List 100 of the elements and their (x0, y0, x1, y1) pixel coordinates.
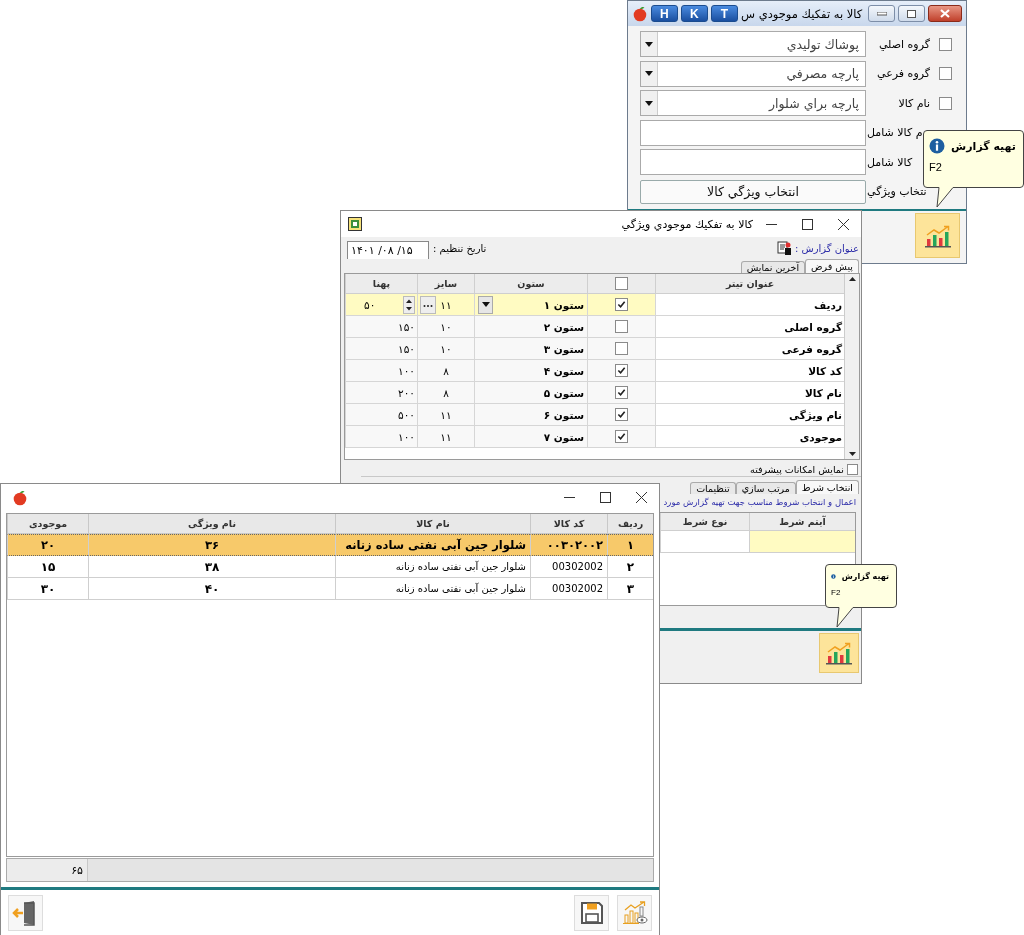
table-cell: ستون ۱ (543, 298, 584, 311)
checkbox[interactable] (615, 277, 628, 290)
column-header: نوع شرط (682, 516, 728, 527)
scroll-down-icon[interactable] (848, 452, 856, 456)
report-button[interactable] (819, 633, 859, 673)
column-header: ستون (517, 278, 545, 289)
dropdown-arrow-icon (645, 41, 653, 47)
toolbar-button[interactable]: H (650, 5, 678, 22)
table-cell: شلوار جين آبی نفتی ساده زنانه (335, 534, 530, 556)
save-icon (578, 900, 605, 926)
table-cell: ۱۰ (440, 320, 452, 333)
tab[interactable]: تنظيمات (690, 482, 736, 494)
input-field[interactable] (640, 149, 866, 176)
tab[interactable]: انتخاب شرط (795, 480, 859, 494)
checkbox[interactable] (615, 342, 628, 355)
column-header: رديف (617, 518, 644, 529)
tab[interactable]: مرتب سازي (735, 482, 796, 494)
dropdown-field[interactable]: پارچه براي شلوار (640, 90, 866, 117)
table-cell: ۳۶ (88, 534, 335, 556)
field-label: م كالا شامل (867, 126, 923, 140)
table-cell: ستون ۲ (543, 320, 584, 333)
table-cell: ۳ (607, 578, 653, 600)
table-cell: گروه اصلی (655, 316, 844, 338)
checkbox[interactable] (615, 364, 628, 377)
toolbar-button[interactable]: K (680, 5, 708, 22)
checkbox[interactable] (938, 96, 952, 110)
close-icon (635, 492, 647, 503)
column-header: نام ويژگی (188, 518, 236, 529)
chart-eye-icon (621, 900, 648, 926)
dropdown-arrow-icon (645, 71, 653, 77)
table-cell: ۸ (443, 386, 449, 399)
table-cell: ستون ۳ (543, 342, 584, 355)
date-field[interactable]: ۱۴۰۱ /۰۸ /۱۵ (347, 241, 429, 259)
close-icon (837, 218, 849, 230)
dropdown-field[interactable]: پارچه مصرفي (640, 60, 866, 87)
table-cell: ۱۰ (440, 342, 452, 355)
input-field[interactable] (640, 119, 866, 146)
table-cell: ۱۵۰ (398, 320, 415, 333)
table-cell: ۱۵ (7, 556, 88, 578)
field-label: كالا شامل (867, 155, 913, 169)
field-label: گروه اصلي (878, 37, 930, 51)
restore-button[interactable] (898, 5, 926, 22)
table-cell: گروه فرعی (655, 338, 844, 360)
checkbox[interactable] (847, 464, 858, 475)
spinner-button[interactable] (403, 295, 415, 314)
table-cell: ۱۱ (440, 408, 452, 421)
apple-icon (632, 5, 648, 22)
checkbox[interactable] (615, 320, 628, 333)
checkbox[interactable] (938, 37, 952, 51)
chart-icon (923, 223, 952, 248)
table-cell: نام ویژگی (655, 404, 844, 426)
table-cell: 00302002 (530, 556, 607, 578)
scrollbar[interactable] (844, 274, 859, 459)
checkbox[interactable] (615, 408, 628, 421)
report-button[interactable] (915, 213, 960, 258)
app-icon (348, 217, 362, 231)
column-header: نام كالا (416, 518, 450, 529)
tab[interactable]: آخرين نمايش (740, 261, 806, 273)
field-label: گروه فرعي (877, 67, 930, 81)
checkbox[interactable] (615, 430, 628, 443)
maximize-icon (599, 492, 611, 503)
chart-icon (825, 641, 853, 665)
exit-button[interactable] (8, 895, 43, 931)
feature-select-button[interactable]: انتخاب ويژگي كالا (640, 179, 866, 204)
dropdown-button[interactable] (478, 295, 493, 314)
ellipsis-button[interactable] (420, 295, 436, 314)
table-cell: ۸ (443, 364, 449, 377)
table-cell: نام كالا (655, 382, 844, 404)
table-cell: ستون ۴ (543, 364, 584, 377)
close-button[interactable] (928, 5, 962, 22)
table-cell: رديف (655, 294, 844, 316)
save-button[interactable] (574, 895, 609, 931)
shortcut-label: F2 (929, 161, 943, 173)
checkbox[interactable] (615, 386, 628, 399)
checkbox-label: نمايش امكانات پيشرفته (750, 464, 844, 475)
table-cell: ۳۸ (88, 556, 335, 578)
column-header: آيتم شرط (779, 516, 826, 527)
column-header: موجودی (28, 518, 68, 529)
toolbar-button[interactable]: T (710, 5, 738, 22)
table-cell[interactable] (749, 531, 855, 553)
table-cell: ۲۰۰ (398, 386, 415, 399)
table-cell: شلوار جين آبی نفتی ساده زنانه (335, 578, 530, 600)
tooltip-title: تهيه گزارش (951, 139, 1016, 153)
table-cell: ۱۱ (440, 298, 452, 311)
scroll-up-icon[interactable] (848, 277, 856, 281)
column-header: عنوان تيتر (725, 278, 775, 289)
table-cell: ۰۰۳۰۲۰۰۲ (530, 534, 607, 556)
table-cell: ۲ (607, 556, 653, 578)
minimize-button[interactable] (868, 5, 896, 22)
maximize-icon (801, 218, 813, 230)
table-cell: ۱۰۰ (398, 430, 415, 443)
document-icon (776, 241, 791, 255)
table-cell: موجودی (655, 426, 844, 448)
dropdown-field[interactable]: پوشاك توليدي (640, 31, 866, 58)
checkbox[interactable] (938, 67, 952, 81)
dropdown-arrow-icon (481, 302, 490, 307)
window-title: كالا به تفكيك موجودي س (740, 6, 864, 21)
tab[interactable]: پيش فرض (805, 259, 859, 273)
checkbox[interactable] (615, 298, 628, 311)
dropdown-arrow-icon (645, 100, 653, 106)
